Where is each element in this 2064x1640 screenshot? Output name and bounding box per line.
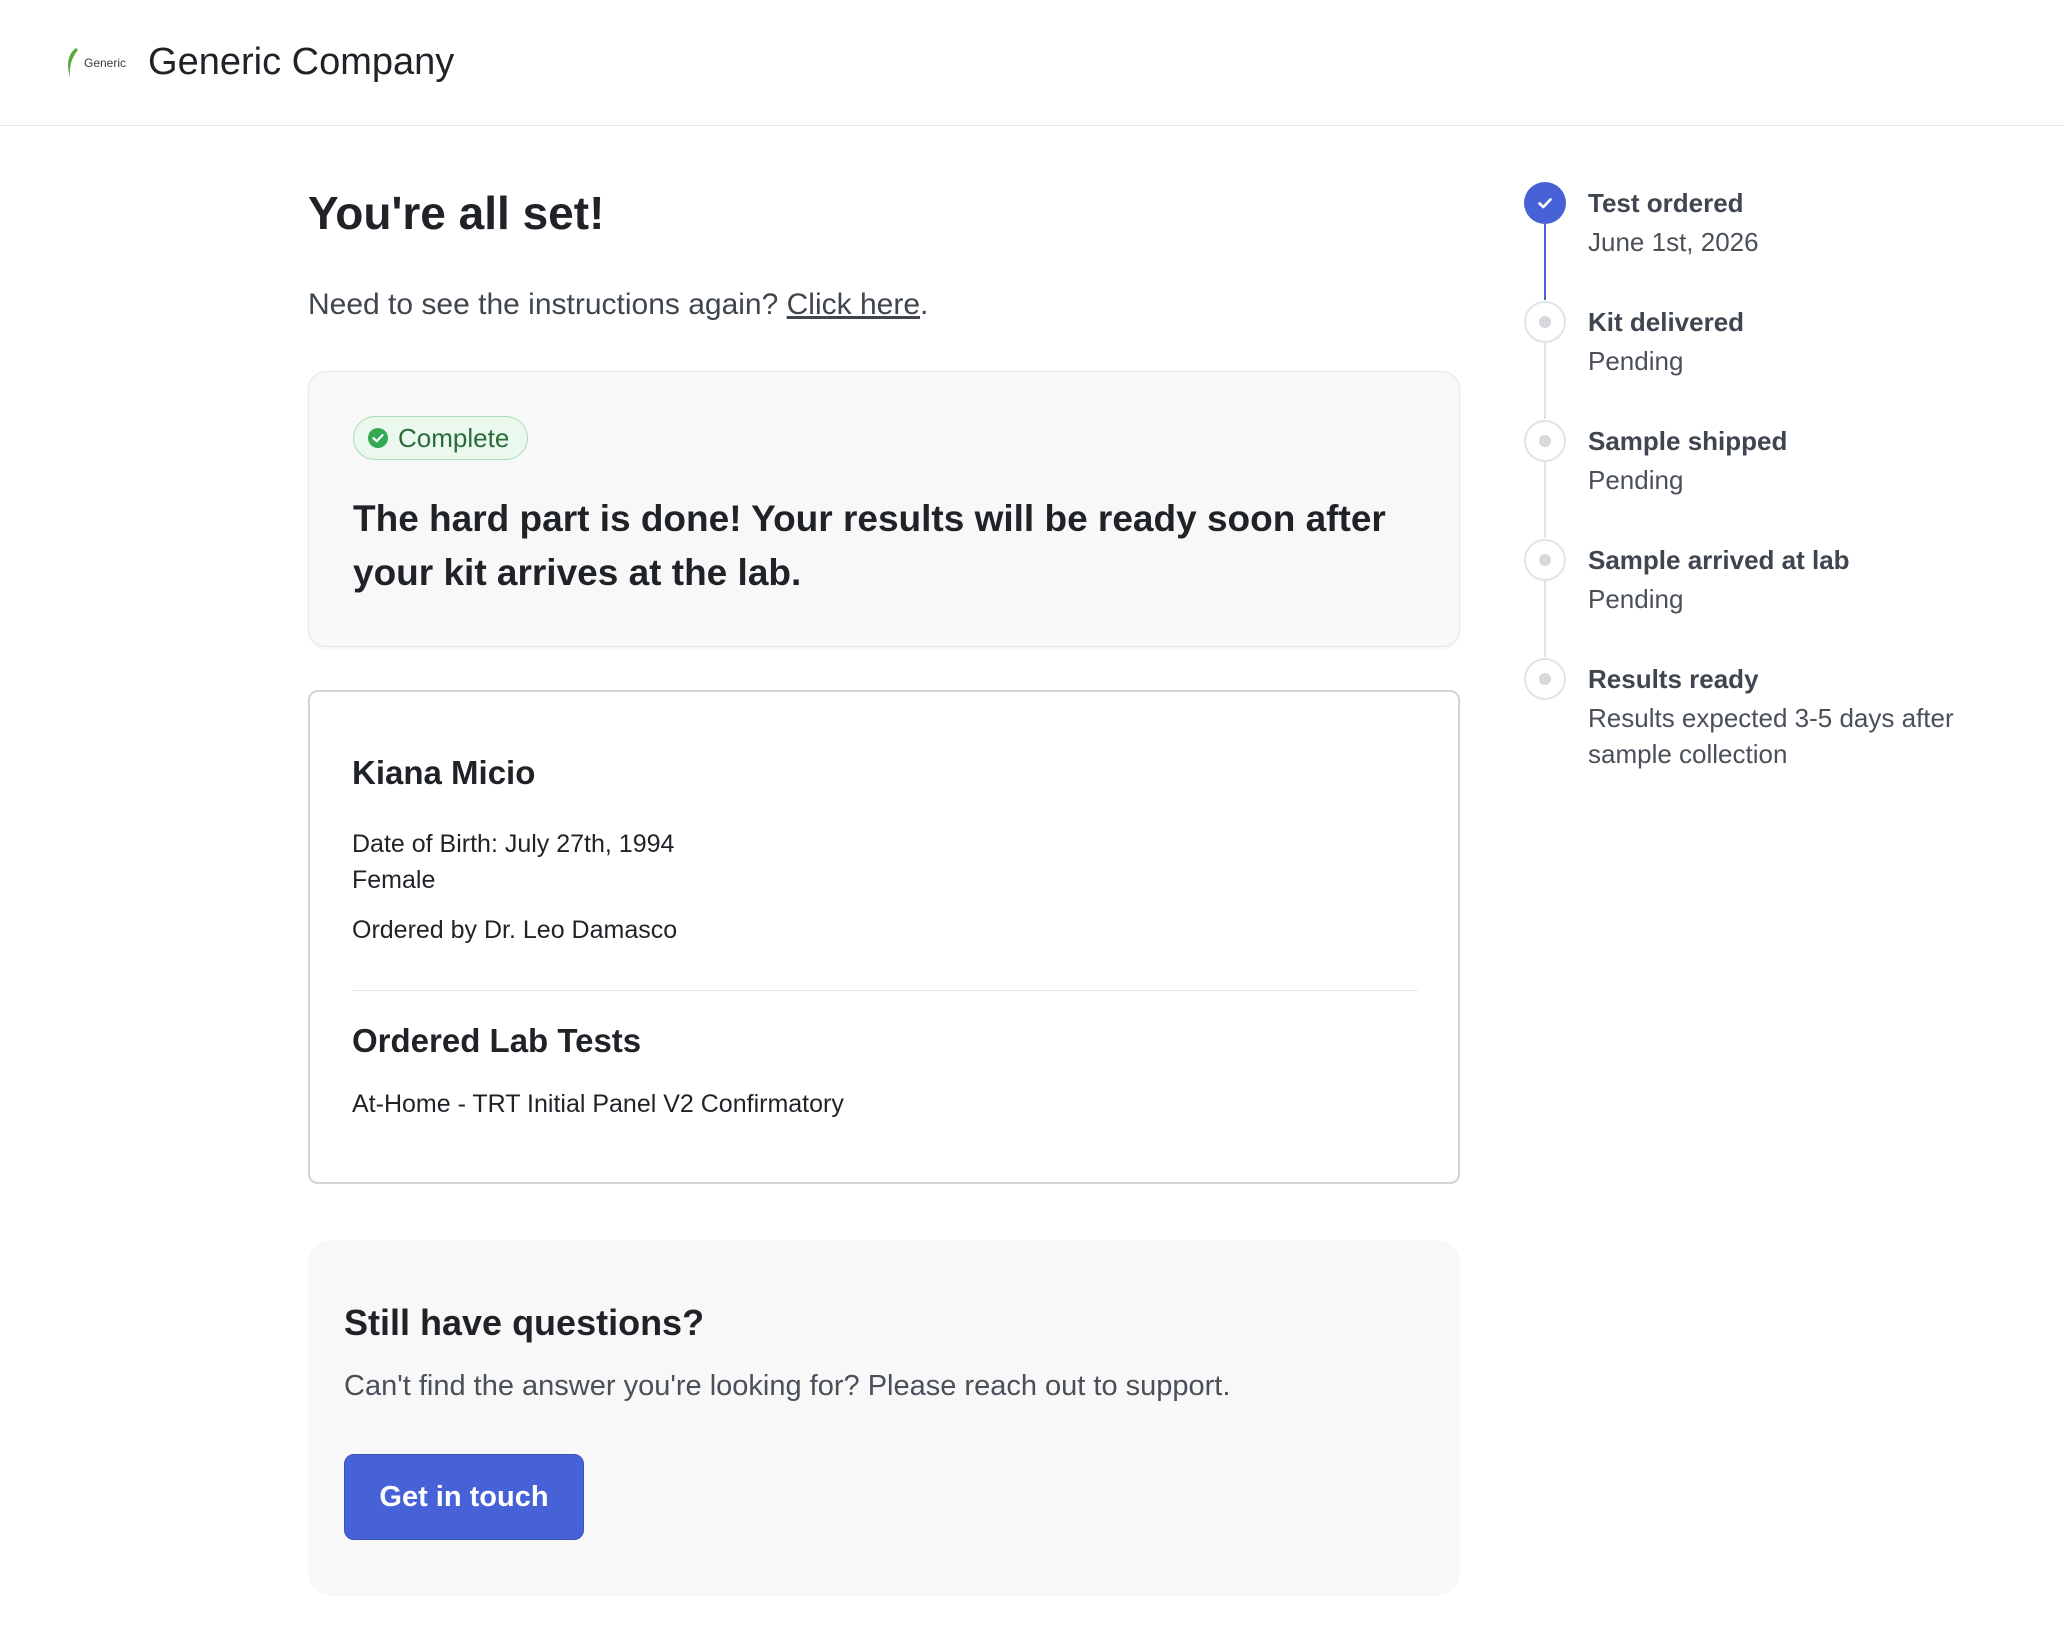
- check-icon: [1524, 182, 1566, 224]
- timeline-step-label: Results ready: [1588, 664, 1759, 694]
- patient-name: Kiana Micio: [352, 754, 536, 791]
- instructions-line: Need to see the instructions again? Clic…: [308, 288, 928, 322]
- timeline-connector: [1544, 581, 1546, 657]
- timeline-step-label: Test ordered: [1588, 188, 1744, 218]
- ordered-tests-heading: Ordered Lab Tests: [352, 1022, 642, 1059]
- top-header: Generic Generic Company: [0, 0, 2064, 126]
- instructions-suffix: .: [920, 288, 929, 321]
- check-circle-icon: [368, 428, 388, 448]
- page-title: You're all set!: [308, 187, 605, 239]
- instructions-prefix: Need to see the instructions again?: [308, 288, 787, 321]
- patient-dob: Date of Birth: July 27th, 1994: [352, 830, 675, 858]
- patient-sex: Female: [352, 866, 436, 894]
- divider: [352, 990, 1418, 991]
- status-card: Complete The hard part is done! Your res…: [308, 371, 1460, 647]
- pending-dot-icon: [1524, 658, 1566, 700]
- ordering-provider: Ordered by Dr. Leo Damasco: [352, 916, 678, 944]
- timeline-connector: [1544, 224, 1546, 300]
- company-name: Generic Company: [148, 41, 455, 83]
- get-in-touch-button[interactable]: Get in touch: [344, 1454, 584, 1540]
- leaf-icon: [68, 47, 78, 78]
- timeline-step-status: Pending: [1588, 346, 1684, 376]
- timeline-step-label: Sample arrived at lab: [1588, 545, 1850, 575]
- timeline-step-status: Results expected 3-5 days after sample c…: [1588, 703, 1954, 769]
- status-badge-label: Complete: [398, 422, 510, 453]
- timeline-connector: [1544, 343, 1546, 419]
- timeline-connector: [1544, 462, 1546, 538]
- timeline-step-status: Pending: [1588, 584, 1684, 614]
- instructions-link[interactable]: Click here: [787, 288, 920, 321]
- help-title: Still have questions?: [344, 1302, 705, 1343]
- patient-card: Kiana Micio Date of Birth: July 27th, 19…: [308, 690, 1460, 1184]
- timeline-step-label: Sample shipped: [1588, 426, 1788, 456]
- pending-dot-icon: [1524, 420, 1566, 462]
- status-badge: Complete: [353, 416, 529, 460]
- timeline-step-label: Kit delivered: [1588, 307, 1745, 337]
- status-message: The hard part is done! Your results will…: [353, 498, 1386, 593]
- logo-text: Generic: [84, 55, 127, 70]
- lab-test-item: At-Home - TRT Initial Panel V2 Confirmat…: [352, 1090, 844, 1118]
- timeline-step-status: Pending: [1588, 465, 1684, 495]
- help-text: Can't find the answer you're looking for…: [344, 1370, 1231, 1402]
- help-card: Still have questions? Can't find the ans…: [308, 1240, 1460, 1596]
- company-logo[interactable]: Generic: [64, 46, 126, 80]
- pending-dot-icon: [1524, 301, 1566, 343]
- pending-dot-icon: [1524, 539, 1566, 581]
- timeline-step-status: June 1st, 2026: [1588, 227, 1759, 257]
